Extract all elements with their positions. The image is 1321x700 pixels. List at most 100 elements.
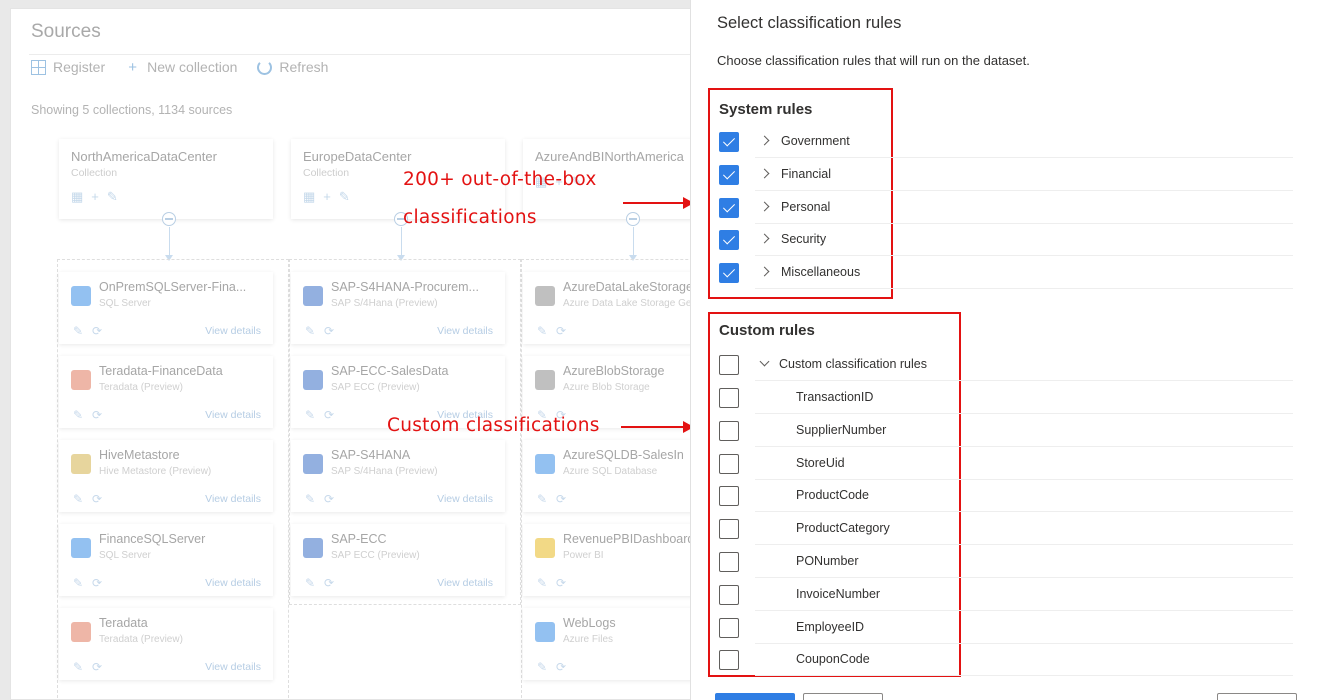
- custom-rule-row[interactable]: CouponCode: [691, 644, 1293, 677]
- custom-group-checkbox[interactable]: [719, 355, 739, 375]
- chevron-right-icon[interactable]: [759, 168, 770, 179]
- source-type: SAP ECC (Preview): [331, 550, 420, 561]
- custom-rule-row[interactable]: StoreUid: [691, 448, 1293, 480]
- system-rule-row[interactable]: Personal: [691, 192, 1293, 224]
- rule-checkbox[interactable]: [719, 164, 739, 185]
- view-details-link[interactable]: View details: [205, 661, 261, 673]
- view-details-link[interactable]: View details: [205, 493, 261, 505]
- source-type: SQL Server: [99, 298, 151, 309]
- chevron-right-icon[interactable]: [759, 201, 770, 212]
- chevron-down-icon[interactable]: [759, 356, 770, 367]
- rule-label: TransactionID: [796, 390, 874, 404]
- rule-label: Financial: [781, 166, 832, 181]
- source-card[interactable]: SAP-ECC SAP ECC (Preview) ✎⟳ View details: [291, 524, 505, 596]
- edit-icon[interactable]: ✎⟳: [73, 324, 111, 338]
- source-card[interactable]: Teradata Teradata (Preview) ✎⟳ View details: [59, 608, 273, 680]
- rule-checkbox[interactable]: [719, 197, 739, 218]
- rule-checkbox[interactable]: [719, 519, 739, 540]
- annotation-arrow: [621, 426, 685, 428]
- edit-icon[interactable]: ✎⟳: [537, 576, 575, 590]
- rule-label: Security: [781, 232, 827, 247]
- edit-icon[interactable]: ✎⟳: [305, 408, 343, 422]
- rule-label: Miscellaneous: [781, 265, 861, 280]
- rule-checkbox[interactable]: [719, 388, 739, 408]
- edit-icon[interactable]: ✎⟳: [537, 492, 575, 506]
- chevron-right-icon[interactable]: [759, 233, 770, 244]
- view-details-link[interactable]: View details: [205, 409, 261, 421]
- rule-checkbox[interactable]: [719, 453, 739, 474]
- cancel-button[interactable]: [803, 693, 883, 700]
- view-details-link[interactable]: View details: [437, 325, 493, 337]
- custom-rule-row[interactable]: PONumber: [691, 546, 1293, 578]
- chevron-right-icon[interactable]: [759, 266, 770, 277]
- rule-checkbox[interactable]: [719, 552, 739, 572]
- system-rule-row[interactable]: Security: [691, 224, 1293, 257]
- source-card[interactable]: SAP-S4HANA-Procurem... SAP S/4Hana (Previ…: [291, 272, 505, 344]
- register-button[interactable]: Register: [31, 59, 105, 75]
- source-name: OnPremSQLServer-Fina...: [99, 280, 247, 294]
- custom-rule-row[interactable]: ProductCode: [691, 480, 1293, 513]
- custom-rule-row[interactable]: TransactionID: [691, 382, 1293, 414]
- source-type-icon: [303, 370, 323, 390]
- source-type: SQL Server: [99, 550, 151, 561]
- custom-group-row[interactable]: Custom classification rules: [691, 349, 1293, 381]
- collection-actions[interactable]: ▦+✎: [303, 189, 493, 205]
- collection-actions[interactable]: ▦+✎: [71, 189, 261, 205]
- custom-rule-row[interactable]: InvoiceNumber: [691, 579, 1293, 611]
- system-rule-row[interactable]: Government: [691, 126, 1293, 158]
- collapse-icon[interactable]: [162, 212, 176, 226]
- system-rule-row[interactable]: Miscellaneous: [691, 257, 1293, 290]
- source-card[interactable]: FinanceSQLServer SQL Server ✎⟳ View details: [59, 524, 273, 596]
- edit-icon[interactable]: ✎⟳: [305, 492, 343, 506]
- back-button[interactable]: [1217, 693, 1297, 700]
- rule-label: ProductCode: [796, 488, 869, 503]
- rule-checkbox[interactable]: [719, 132, 739, 152]
- rule-checkbox[interactable]: [719, 486, 739, 507]
- edit-icon[interactable]: ✎⟳: [537, 660, 575, 674]
- rule-label: Personal: [781, 199, 831, 214]
- edit-icon[interactable]: ✎⟳: [537, 324, 575, 338]
- rule-label: CouponCode: [796, 652, 870, 667]
- view-details-link[interactable]: View details: [437, 493, 493, 505]
- rule-label: PONumber: [796, 554, 859, 568]
- toolbar: Register + New collection Refresh: [31, 59, 348, 75]
- system-rule-row[interactable]: Financial: [691, 159, 1293, 191]
- rule-checkbox[interactable]: [719, 650, 739, 671]
- refresh-button[interactable]: Refresh: [257, 59, 328, 75]
- edit-icon[interactable]: ✎⟳: [305, 576, 343, 590]
- view-details-link[interactable]: View details: [205, 325, 261, 337]
- edit-icon[interactable]: ✎⟳: [73, 576, 111, 590]
- chevron-right-icon[interactable]: [759, 135, 770, 146]
- edit-icon[interactable]: ✎⟳: [73, 660, 111, 674]
- edit-icon[interactable]: ✎⟳: [73, 408, 111, 422]
- collection-card[interactable]: NorthAmericaDataCenter Collection ▦+✎: [59, 139, 273, 226]
- collections-count: Showing 5 collections, 1134 sources: [31, 103, 233, 117]
- new-collection-button[interactable]: + New collection: [125, 59, 237, 75]
- source-type-icon: [535, 538, 555, 558]
- source-card[interactable]: Teradata-FinanceData Teradata (Preview) ✎⟳…: [59, 356, 273, 428]
- row-divider: [755, 675, 1293, 677]
- custom-rule-row[interactable]: ProductCategory: [691, 513, 1293, 546]
- rule-checkbox[interactable]: [719, 230, 739, 251]
- edit-icon[interactable]: ✎⟳: [305, 324, 343, 338]
- rule-checkbox[interactable]: [719, 584, 739, 605]
- view-details-link[interactable]: View details: [205, 577, 261, 589]
- panel-description: Choose classification rules that will ru…: [717, 53, 1030, 68]
- annotation-arrow: [623, 202, 685, 204]
- source-card[interactable]: HiveMetastore Hive Metastore (Preview) ✎⟳ V…: [59, 440, 273, 512]
- view-details-link[interactable]: View details: [437, 577, 493, 589]
- rule-checkbox[interactable]: [719, 420, 739, 441]
- edit-icon[interactable]: ✎⟳: [73, 492, 111, 506]
- refresh-icon: [257, 59, 273, 75]
- system-rules-title: System rules: [719, 101, 813, 118]
- custom-rule-row[interactable]: SupplierNumber: [691, 415, 1293, 447]
- custom-rule-row[interactable]: EmployeeID: [691, 612, 1293, 644]
- source-card[interactable]: SAP-S4HANA SAP S/4Hana (Preview) ✎⟳ View de…: [291, 440, 505, 512]
- rule-checkbox[interactable]: [719, 263, 739, 284]
- collapse-icon[interactable]: [626, 212, 640, 226]
- new-collection-label: New collection: [147, 59, 238, 75]
- source-card[interactable]: OnPremSQLServer-Fina... SQL Server ✎⟳ View …: [59, 272, 273, 344]
- save-button[interactable]: [715, 693, 795, 700]
- rule-checkbox[interactable]: [719, 617, 739, 638]
- annotation-custom: Custom classifications: [387, 415, 600, 436]
